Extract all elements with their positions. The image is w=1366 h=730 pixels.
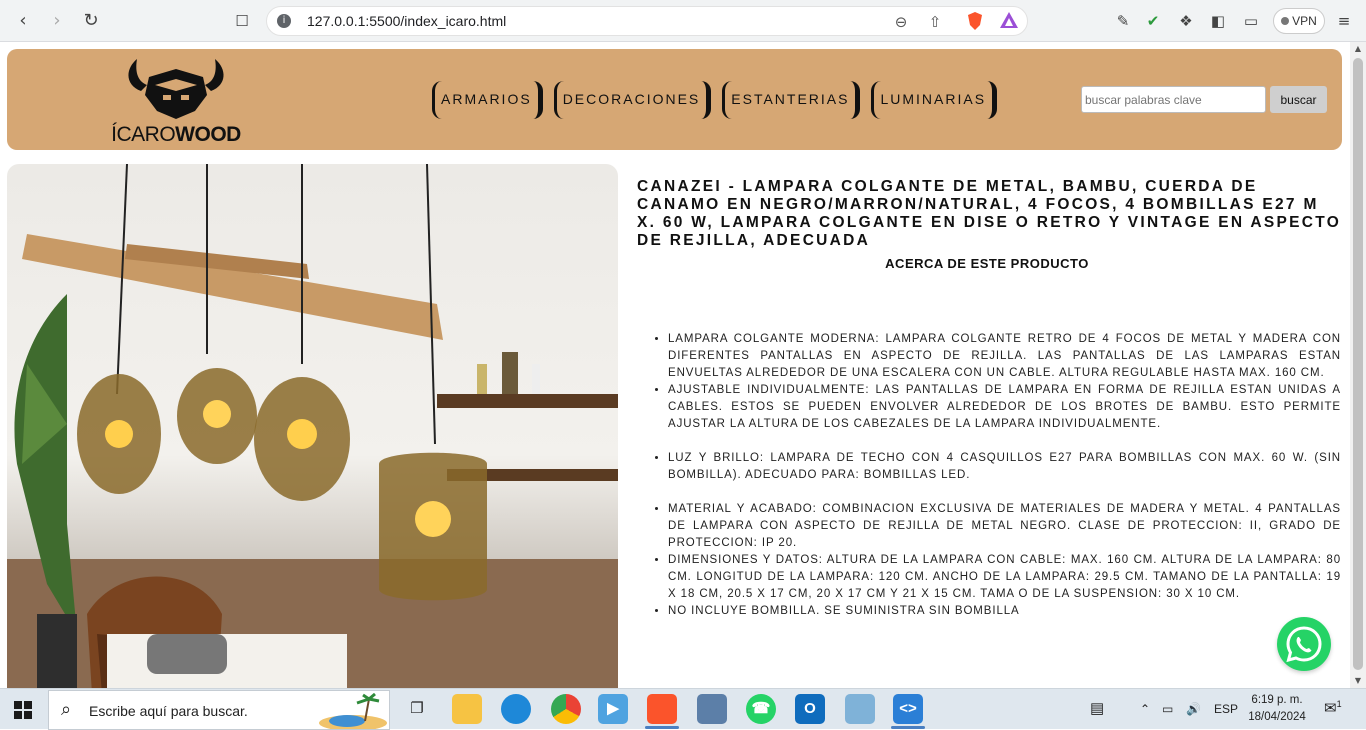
windows-start-icon[interactable]: [14, 701, 32, 719]
edge-browser-icon[interactable]: [501, 694, 531, 724]
sidebar-toggle-icon[interactable]: ◧: [1207, 10, 1229, 32]
control-panel-icon[interactable]: [697, 694, 727, 724]
list-item-spacer: [668, 433, 1341, 450]
nav-estanterias[interactable]: ESTANTERIAS: [722, 81, 861, 119]
battery-icon[interactable]: ▭: [1162, 702, 1173, 716]
language-indicator[interactable]: ESP: [1214, 702, 1238, 716]
feature-list: LAMPARA COLGANTE MODERNA: LAMPARA COLGAN…: [668, 331, 1341, 620]
brave-rewards-icon[interactable]: [999, 12, 1019, 32]
clock-time: 6:19 p. m.: [1251, 694, 1303, 706]
pendant-lamp-photo: [7, 164, 618, 688]
logo-text-bold: WOOD: [175, 123, 241, 146]
notification-count: 1: [1336, 699, 1342, 709]
about-product-heading: ACERCA DE ESTE PRODUCTO: [885, 256, 1089, 271]
logo-text-light: ÍCARO: [111, 123, 176, 146]
start-icon-pane: [24, 701, 32, 709]
list-item-text: LUZ Y BRILLO: LAMPARA DE TECHO CON 4 CAS…: [668, 452, 1341, 481]
site-info-icon[interactable]: i: [277, 14, 291, 28]
volume-icon[interactable]: 🔊: [1186, 702, 1201, 716]
media-player-icon[interactable]: ▶: [598, 694, 628, 724]
brave-browser-icon[interactable]: [647, 694, 677, 724]
whatsapp-icon: [1286, 626, 1322, 663]
nav-luminarias[interactable]: LUMINARIAS: [871, 81, 998, 119]
nav-armarios[interactable]: ARMARIOS: [432, 81, 543, 119]
list-item-text: MATERIAL Y ACABADO: COMBINACION EXCLUSIV…: [668, 503, 1341, 549]
bull-logo-icon: [128, 59, 224, 119]
list-item: LUZ Y BRILLO: LAMPARA DE TECHO CON 4 CAS…: [668, 433, 1341, 484]
outlook-icon[interactable]: O: [795, 694, 825, 724]
search-icon: ⌕: [61, 699, 72, 720]
url-text[interactable]: 127.0.0.1:5500/index_icaro.html: [307, 13, 506, 29]
vpn-status-dot: [1281, 17, 1290, 25]
show-hidden-icons-icon[interactable]: ⌃: [1140, 702, 1150, 716]
menu-icon[interactable]: ≡: [1333, 10, 1355, 32]
list-item: LAMPARA COLGANTE MODERNA: LAMPARA COLGAN…: [668, 331, 1341, 382]
file-explorer-icon[interactable]: [452, 694, 482, 724]
share-icon[interactable]: ⇧: [925, 12, 945, 32]
clock-date: 18/04/2024: [1248, 711, 1306, 723]
scroll-down-icon[interactable]: ▼: [1350, 674, 1366, 688]
chrome-browser-icon[interactable]: [551, 694, 581, 724]
icarowood-logo[interactable]: ÍCAROWOOD: [111, 55, 241, 147]
extensions-puzzle-icon[interactable]: ❖: [1175, 10, 1197, 32]
notepad-icon[interactable]: [845, 694, 875, 724]
search-input[interactable]: [1081, 86, 1266, 113]
vpn-button[interactable]: VPN: [1273, 8, 1325, 34]
browser-toolbar: ‹ › ↻ ☐ i 127.0.0.1:5500/index_icaro.htm…: [0, 0, 1366, 42]
page-scrollbar[interactable]: ▲ ▼: [1350, 42, 1366, 688]
whatsapp-app-icon[interactable]: ☎: [746, 694, 776, 724]
news-widget-icon[interactable]: ▤: [1090, 699, 1104, 717]
scrollbar-thumb[interactable]: [1353, 58, 1363, 670]
bookmark-icon[interactable]: ☐: [230, 9, 254, 33]
address-bar[interactable]: i 127.0.0.1:5500/index_icaro.html ⊖ ⇧: [266, 6, 1028, 36]
back-icon[interactable]: ‹: [11, 9, 35, 33]
zoom-icon[interactable]: ⊖: [891, 12, 911, 32]
main-nav: ARMARIOS DECORACIONES ESTANTERIAS LUMINA…: [432, 81, 998, 119]
brave-shield-icon[interactable]: [965, 12, 985, 32]
beach-search-highlight-icon: [319, 693, 387, 729]
notifications-icon[interactable]: ✉1: [1324, 699, 1342, 717]
reload-icon[interactable]: ↻: [79, 9, 103, 33]
extension-icon[interactable]: ✔: [1142, 10, 1164, 32]
product-title: CANAZEI - LAMPARA COLGANTE DE METAL, BAM…: [637, 178, 1342, 249]
list-item: DIMENSIONES Y DATOS: ALTURA DE LA LAMPAR…: [668, 552, 1341, 603]
forward-icon[interactable]: ›: [45, 9, 69, 33]
scroll-up-icon[interactable]: ▲: [1350, 42, 1366, 56]
whatsapp-button[interactable]: [1277, 617, 1331, 671]
taskbar-search-placeholder: Escribe aquí para buscar.: [89, 703, 248, 719]
list-item-spacer: [668, 484, 1341, 501]
vpn-label: VPN: [1292, 14, 1317, 28]
eyedropper-extension-icon[interactable]: ✎: [1112, 10, 1134, 32]
system-clock[interactable]: 6:19 p. m. 18/04/2024: [1244, 692, 1310, 726]
taskbar-search-box[interactable]: ⌕ Escribe aquí para buscar.: [48, 690, 390, 730]
start-icon-pane: [14, 701, 22, 709]
wallet-icon[interactable]: ▭: [1240, 10, 1262, 32]
nav-decoraciones[interactable]: DECORACIONES: [553, 81, 712, 119]
search-button[interactable]: buscar: [1270, 86, 1327, 113]
windows-taskbar: ⌕ Escribe aquí para buscar. ❐ ▶ ☎ O <> ▤…: [0, 688, 1366, 730]
logo-wordmark: ÍCAROWOOD: [111, 123, 241, 147]
list-item: NO INCLUYE BOMBILLA. SE SUMINISTRA SIN B…: [668, 603, 1341, 620]
start-icon-pane: [24, 711, 32, 719]
page-viewport: ÍCAROWOOD ARMARIOS DECORACIONES ESTANTER…: [0, 42, 1350, 688]
list-item: AJUSTABLE INDIVIDUALMENTE: LAS PANTALLAS…: [668, 382, 1341, 433]
start-icon-pane: [14, 711, 22, 719]
task-view-icon[interactable]: ❐: [402, 694, 432, 724]
vscode-icon[interactable]: <>: [893, 694, 923, 724]
list-item: MATERIAL Y ACABADO: COMBINACION EXCLUSIV…: [668, 484, 1341, 552]
product-image: [7, 164, 618, 688]
site-header: ÍCAROWOOD ARMARIOS DECORACIONES ESTANTER…: [7, 49, 1342, 150]
